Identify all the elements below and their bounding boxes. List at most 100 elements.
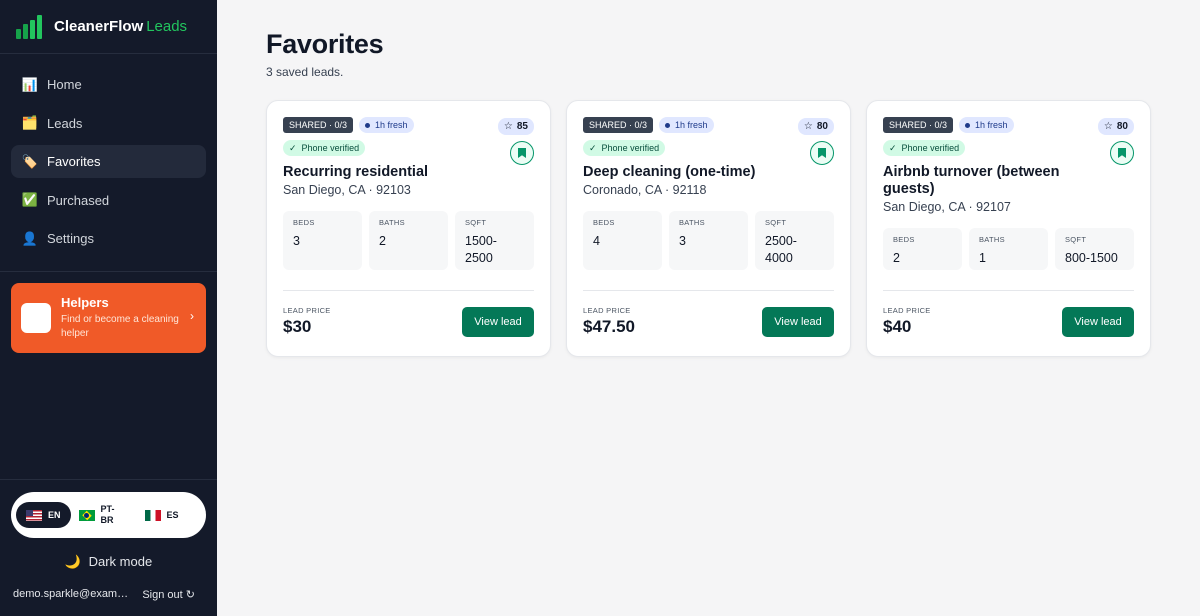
beds-stat: BEDS 2 [883, 228, 962, 270]
us-flag-icon [26, 509, 42, 521]
phone-verified-badge: ✓ Phone verified [883, 140, 966, 156]
nav-item-leads[interactable]: 🗂️ Leads [11, 107, 206, 140]
baths-stat: BATHS 2 [369, 211, 448, 270]
bookmark-button[interactable] [810, 141, 834, 165]
sidebar: CleanerFlow Leads 📊 Home 🗂️ Leads 🏷️ Favo… [0, 0, 217, 616]
view-lead-button[interactable]: View lead [1062, 307, 1134, 337]
lead-stats: BEDS 4 BATHS 3 SQFT 2500-4000 [583, 211, 834, 270]
lead-location: San Diego, CA · 92103 [283, 183, 411, 197]
shared-badge: SHARED · 0/3 [883, 117, 954, 133]
nav-label: Leads [47, 115, 83, 131]
dot-icon [965, 122, 971, 128]
user-email: demo.sparkle@example.com [13, 588, 129, 600]
fresh-badge: 1h fresh [959, 117, 1014, 133]
card-footer: LEAD PRICE $30 View lead [283, 290, 534, 337]
card-footer: LEAD PRICE $40 View lead [883, 290, 1134, 337]
lead-card: SHARED · 0/3 1h fresh ☆ 85 ✓ Phone verifie… [266, 100, 551, 357]
brand-accent: Leads [146, 18, 188, 35]
nav-label: Purchased [47, 192, 110, 208]
account-row: demo.sparkle@example.com Sign out ↻ [13, 588, 195, 601]
sign-out-button[interactable]: Sign out ↻ [142, 588, 195, 601]
tag-icon: 🏷️ [21, 153, 39, 169]
refresh-icon: ↻ [185, 589, 195, 601]
bookmark-button[interactable] [1110, 141, 1134, 165]
checkmark-icon: ✅ [21, 192, 39, 207]
lead-card: SHARED · 0/3 1h fresh ☆ 80 ✓ Phone verifie… [866, 100, 1151, 357]
language-switcher: EN PT- BR ES [11, 492, 206, 538]
dot-icon [365, 122, 371, 128]
helpers-subtitle: Find or become a cleaning helper [61, 313, 179, 339]
box-icon: 🗂️ [21, 115, 39, 130]
brand-name: CleanerFlow Leads [54, 18, 188, 35]
beds-stat: BEDS 4 [583, 211, 662, 270]
lead-location: Coronado, CA · 92118 [583, 183, 707, 197]
lang-code: EN [48, 510, 61, 520]
helpers-title: Helpers [61, 294, 109, 310]
bookmark-icon [818, 148, 826, 158]
chevron-right-icon: › [190, 308, 194, 323]
fresh-badge: 1h fresh [359, 117, 414, 133]
lead-stats: BEDS 2 BATHS 1 SQFT 800-1500 [883, 228, 1134, 270]
dark-mode-toggle[interactable]: 🌙 Dark mode [0, 554, 217, 570]
star-icon: ☆ [803, 121, 813, 132]
sqft-stat: SQFT 800-1500 [1055, 228, 1134, 270]
lang-code: PT- BR [100, 504, 115, 525]
dark-mode-label: Dark mode [88, 554, 153, 569]
star-icon: ☆ [503, 121, 513, 132]
lead-stats: BEDS 3 BATHS 2 SQFT 1500-2500 [283, 211, 534, 270]
helpers-card[interactable]: Helpers Find or become a cleaning helper… [11, 282, 206, 353]
bar-chart-logo-icon [16, 14, 42, 39]
lang-option-en[interactable]: EN [16, 502, 71, 528]
phone-verified-badge: ✓ Phone verified [283, 140, 366, 156]
lang-code: ES [166, 510, 179, 520]
lang-option-es[interactable]: ES [131, 502, 189, 528]
main-content: Favorites 3 saved leads. SHARED · 0/3 1h… [217, 0, 1200, 616]
fresh-badge: 1h fresh [659, 117, 714, 133]
page-title: Favorites [266, 29, 384, 59]
beds-stat: BEDS 3 [283, 211, 362, 270]
bookmark-button[interactable] [510, 141, 534, 165]
nav-item-home[interactable]: 📊 Home [11, 68, 206, 101]
sqft-stat: SQFT 2500-4000 [755, 211, 834, 270]
nav-label: Favorites [47, 154, 101, 169]
bookmark-icon [1118, 148, 1126, 158]
nav-item-settings[interactable]: 👤 Settings [11, 222, 206, 255]
nav-label: Home [47, 77, 82, 92]
lead-title: Deep cleaning (one-time) [583, 164, 756, 180]
baths-stat: BATHS 1 [969, 228, 1048, 270]
view-lead-button[interactable]: View lead [462, 307, 534, 337]
lead-cards: SHARED · 0/3 1h fresh ☆ 85 ✓ Phone verifie… [266, 100, 1200, 357]
chart-icon: 📊 [21, 76, 39, 92]
card-footer: LEAD PRICE $47.50 View lead [583, 290, 834, 337]
shared-badge: SHARED · 0/3 [583, 117, 654, 133]
check-icon: ✓ [889, 142, 897, 153]
baths-stat: BATHS 3 [669, 211, 748, 270]
phone-verified-badge: ✓ Phone verified [583, 140, 666, 156]
sidebar-footer: EN PT- BR ES 🌙 Dark mode demo.sparkle@exa… [0, 479, 217, 601]
shared-badge: SHARED · 0/3 [283, 117, 354, 133]
moon-icon: 🌙 [64, 554, 81, 569]
lang-option-pt-br[interactable]: PT- BR [71, 502, 131, 528]
score-badge: ☆ 85 [497, 118, 534, 135]
page-subtitle: 3 saved leads. [266, 65, 344, 79]
brazil-flag-icon [78, 509, 95, 521]
main-nav: 📊 Home 🗂️ Leads 🏷️ Favorites ✅ Purchased… [0, 54, 217, 261]
dot-icon [665, 122, 671, 128]
lead-title: Airbnb turnover (between guests) [883, 164, 1060, 197]
check-icon: ✓ [289, 142, 297, 153]
nav-label: Settings [47, 231, 94, 246]
nav-item-favorites[interactable]: 🏷️ Favorites [11, 145, 206, 178]
sqft-stat: SQFT 1500-2500 [455, 211, 534, 270]
lead-title: Recurring residential [283, 164, 429, 180]
check-icon: ✓ [589, 142, 597, 153]
lead-card: SHARED · 0/3 1h fresh ☆ 80 ✓ Phone verifie… [566, 100, 851, 357]
helpers-icon [21, 302, 51, 333]
brand[interactable]: CleanerFlow Leads [0, 0, 217, 54]
nav-item-purchased[interactable]: ✅ Purchased [11, 184, 206, 217]
score-badge: ☆ 80 [1097, 118, 1134, 135]
view-lead-button[interactable]: View lead [762, 307, 834, 337]
user-icon: 👤 [21, 230, 39, 246]
score-badge: ☆ 80 [797, 118, 834, 135]
star-icon: ☆ [1103, 121, 1113, 132]
bookmark-icon [518, 148, 526, 158]
